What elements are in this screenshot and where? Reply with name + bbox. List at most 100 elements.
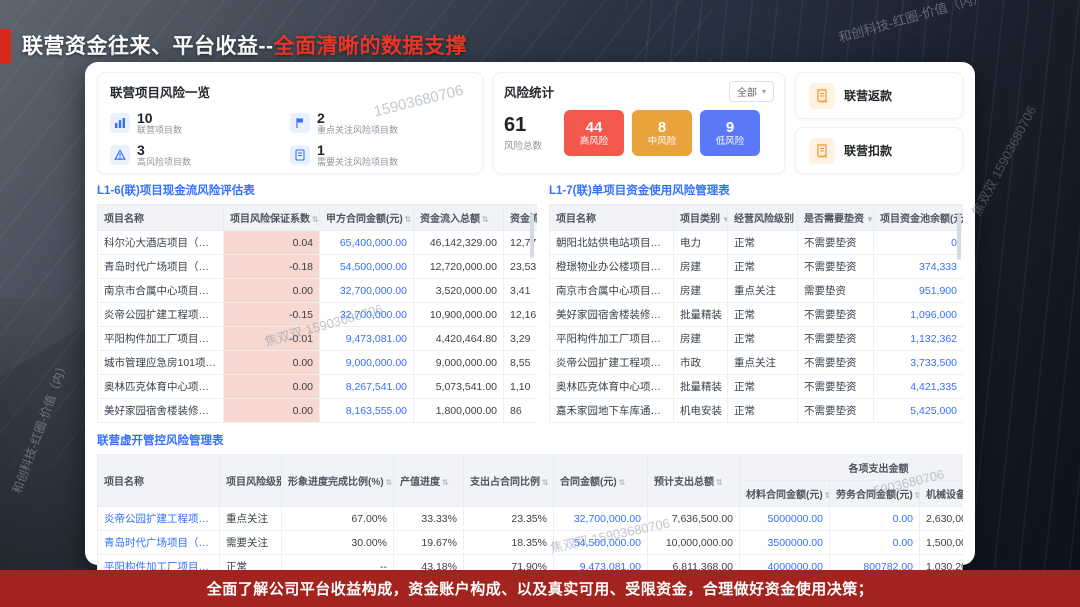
table-row[interactable]: 奥林匹克体育中心项目（联营）0.008,267,541.005,073,541.… xyxy=(98,375,538,399)
col-header-image-progress[interactable]: 形象进度完成比例(%)⇅ xyxy=(282,455,394,507)
col-header-labor-contract[interactable]: 劳务合同金额(元)⇅ xyxy=(830,481,920,507)
col-header-output-progress[interactable]: 产值进度⇅ xyxy=(394,455,464,507)
table-cell: 炎帝公园扩建工程项目（联营） xyxy=(98,507,220,531)
table-row[interactable]: 奥林匹克体育中心项目（联营）批量精装正常不需要垫资4,421,335 xyxy=(550,375,964,399)
scrollbar[interactable] xyxy=(957,214,961,260)
low-risk-badge[interactable]: 9 低风险 xyxy=(700,110,760,156)
table-cell: 正常 xyxy=(728,255,798,279)
sort-icon[interactable]: ⇅ xyxy=(542,478,549,487)
table-cell: 2,630,00 xyxy=(920,507,964,531)
risk-stats-title: 风险统计 xyxy=(504,82,554,101)
table-row[interactable]: 炎帝公园扩建工程项目（联营）市政重点关注不需要垫资3,733,500 xyxy=(550,351,964,375)
table-cell: 平阳构件加工厂项目（联营） xyxy=(98,327,224,351)
table-cell: 需要关注 xyxy=(220,531,282,555)
table-cell: 正常 xyxy=(728,327,798,351)
high-risk-badge[interactable]: 44 高风险 xyxy=(564,110,624,156)
risk-total: 61 风险总数 xyxy=(504,114,552,152)
table-cell: 1,132,362 xyxy=(874,327,964,351)
col-header-advance-funding[interactable]: 是否需要垫资▼ xyxy=(798,205,874,231)
table-cell: 65,400,000.00 xyxy=(320,231,414,255)
table-row[interactable]: 南京市合属中心项目（联营）房建重点关注需要垫资951,900 xyxy=(550,279,964,303)
sort-icon[interactable]: ⇅ xyxy=(915,491,920,500)
col-header-project-risk-level[interactable]: 项目风险级别▼ xyxy=(220,455,282,507)
joint-refund-button[interactable]: 联营返款 xyxy=(795,72,963,119)
risk-filter-select[interactable]: 全部 ▾ xyxy=(729,81,774,102)
stat-need-watch-projects[interactable]: 1 需要关注风险项目数 xyxy=(290,139,470,171)
joint-deduction-button[interactable]: 联营扣款 xyxy=(795,127,963,174)
col-header-expense-ratio[interactable]: 支出占合同比例⇅ xyxy=(464,455,554,507)
col-header-contract-amount[interactable]: 合同金额(元)⇅ xyxy=(554,455,648,507)
sort-icon[interactable]: ⇅ xyxy=(619,478,626,487)
scrollbar[interactable] xyxy=(530,214,534,258)
table-cell: 8,55 xyxy=(504,351,538,375)
col-header-operating-risk-level[interactable]: 经营风险级别▼ xyxy=(728,205,798,231)
table-row[interactable]: 嘉禾家园地下车库通风项目（联营）机电安装正常不需要垫资5,425,000 xyxy=(550,399,964,423)
table-cell: 朝阳北姑供电站项目（联营） xyxy=(550,231,674,255)
table-row[interactable]: 炎帝公园扩建工程项目（联营）-0.1532,700,000.0010,900,0… xyxy=(98,303,538,327)
stat-joint-projects[interactable]: 10 联营项目数 xyxy=(110,107,290,139)
risk-stats-card: 风险统计 全部 ▾ 61 风险总数 44 高风险 8 xyxy=(493,72,785,174)
table-row[interactable]: 美好家园宿舍楼装修项目（联营）批量精装正常不需要垫资1,096,000 xyxy=(550,303,964,327)
sort-icon[interactable]: ⇅ xyxy=(442,478,449,487)
table-row[interactable]: 橙璟物业办公楼项目（联营）房建正常不需要垫资374,333 xyxy=(550,255,964,279)
table-cell: 67.00% xyxy=(282,507,394,531)
table-cell: 8,267,541.00 xyxy=(320,375,414,399)
table-row[interactable]: 青岛时代广场项目（联营）-0.1854,500,000.0012,720,000… xyxy=(98,255,538,279)
risk-overview-card: 联营项目风险一览 10 联营项目数 2 xyxy=(97,72,483,174)
mid-risk-badge[interactable]: 8 中风险 xyxy=(632,110,692,156)
col-header-project-name[interactable]: 项目名称 xyxy=(98,205,224,231)
table-row[interactable]: 美好家园宿舍楼装修项目（联营）0.008,163,555.001,800,000… xyxy=(98,399,538,423)
col-header-contract-amount[interactable]: 甲方合同金额(元)⇅▼ xyxy=(320,205,414,231)
col-header-estimated-expense[interactable]: 预计支出总额⇅ xyxy=(648,455,740,507)
table-cell: 奥林匹克体育中心项目（联营） xyxy=(98,375,224,399)
sort-icon[interactable]: ⇅ xyxy=(825,491,830,500)
table-row[interactable]: 炎帝公园扩建工程项目（联营）重点关注67.00%33.33%23.35%32,7… xyxy=(98,507,964,531)
table-cell: 1,10 xyxy=(504,375,538,399)
table-row[interactable]: 科尔沁大酒店项目（联营）0.0465,400,000.0046,142,329.… xyxy=(98,231,538,255)
table-cell: 重点关注 xyxy=(728,279,798,303)
table-cell: 33.33% xyxy=(394,507,464,531)
col-header-machinery-contract[interactable]: 机械设备合同金额(元) xyxy=(920,481,964,507)
sort-icon[interactable]: ⇅ xyxy=(405,215,412,224)
col-header-project-name[interactable]: 项目名称 xyxy=(550,205,674,231)
col-header-project-name[interactable]: 项目名称 xyxy=(98,455,220,507)
table-cell: 32,700,000.00 xyxy=(320,279,414,303)
col-header-risk-coefficient[interactable]: 项目风险保证系数⇅▼ xyxy=(224,205,320,231)
table-cell: 机电安装 xyxy=(674,399,728,423)
sort-icon[interactable]: ⇅ xyxy=(716,478,723,487)
table-cell: 批量精装 xyxy=(674,303,728,327)
table-cell: 9,000,000.00 xyxy=(414,351,504,375)
table-row[interactable]: 朝阳北姑供电站项目（联营）电力正常不需要垫资0 xyxy=(550,231,964,255)
risk-filter-value: 全部 xyxy=(737,84,757,99)
fund-usage-table: 项目名称 项目类别▼ 经营风险级别▼ 是否需要垫资▼ 项目资金池余额(元)⇅ 朝… xyxy=(549,204,963,423)
table-cell: 不需要垫资 xyxy=(798,327,874,351)
table-row[interactable]: 南京市合属中心项目（联营）0.0032,700,000.003,520,000.… xyxy=(98,279,538,303)
sort-icon[interactable]: ⇅ xyxy=(386,478,393,487)
receipt-icon xyxy=(809,138,835,164)
table-cell: 18.35% xyxy=(464,531,554,555)
table-cell: 32,700,000.00 xyxy=(554,507,648,531)
table-cell: 奥林匹克体育中心项目（联营） xyxy=(550,375,674,399)
col-header-material-contract[interactable]: 材料合同金额(元)⇅ xyxy=(740,481,830,507)
stat-high-risk-projects[interactable]: 3 高风险项目数 xyxy=(110,139,290,171)
table-row[interactable]: 城市管理应急房101项目（联营）0.009,000,000.009,000,00… xyxy=(98,351,538,375)
table-cell: 5,073,541.00 xyxy=(414,375,504,399)
col-header-project-type[interactable]: 项目类别▼ xyxy=(674,205,728,231)
table-row[interactable]: 平阳构件加工厂项目（联营）-0.019,473,081.004,420,464.… xyxy=(98,327,538,351)
table-cell: 正常 xyxy=(728,303,798,327)
table-cell: 不需要垫资 xyxy=(798,351,874,375)
table-row[interactable]: 青岛时代广场项目（联营）需要关注30.00%19.67%18.35%54,500… xyxy=(98,531,964,555)
sort-icon[interactable]: ⇅ xyxy=(482,215,489,224)
filter-icon[interactable]: ▼ xyxy=(722,215,728,224)
col-header-inflow-total[interactable]: 资金流入总额⇅ xyxy=(414,205,504,231)
table-cell: 7,636,500.00 xyxy=(648,507,740,531)
sort-icon[interactable]: ⇅ xyxy=(312,215,319,224)
filter-icon[interactable]: ▼ xyxy=(866,215,874,224)
table-cell: 房建 xyxy=(674,279,728,303)
col-header-fund-pool-balance[interactable]: 项目资金池余额(元)⇅ xyxy=(874,205,964,231)
table-cell: 9,473,081.00 xyxy=(320,327,414,351)
table-cell: 0.00 xyxy=(224,279,320,303)
stat-key-watch-projects[interactable]: 2 重点关注风险项目数 xyxy=(290,107,470,139)
table-cell: 54,500,000.00 xyxy=(554,531,648,555)
table-row[interactable]: 平阳构件加工厂项目（联营）房建正常不需要垫资1,132,362 xyxy=(550,327,964,351)
